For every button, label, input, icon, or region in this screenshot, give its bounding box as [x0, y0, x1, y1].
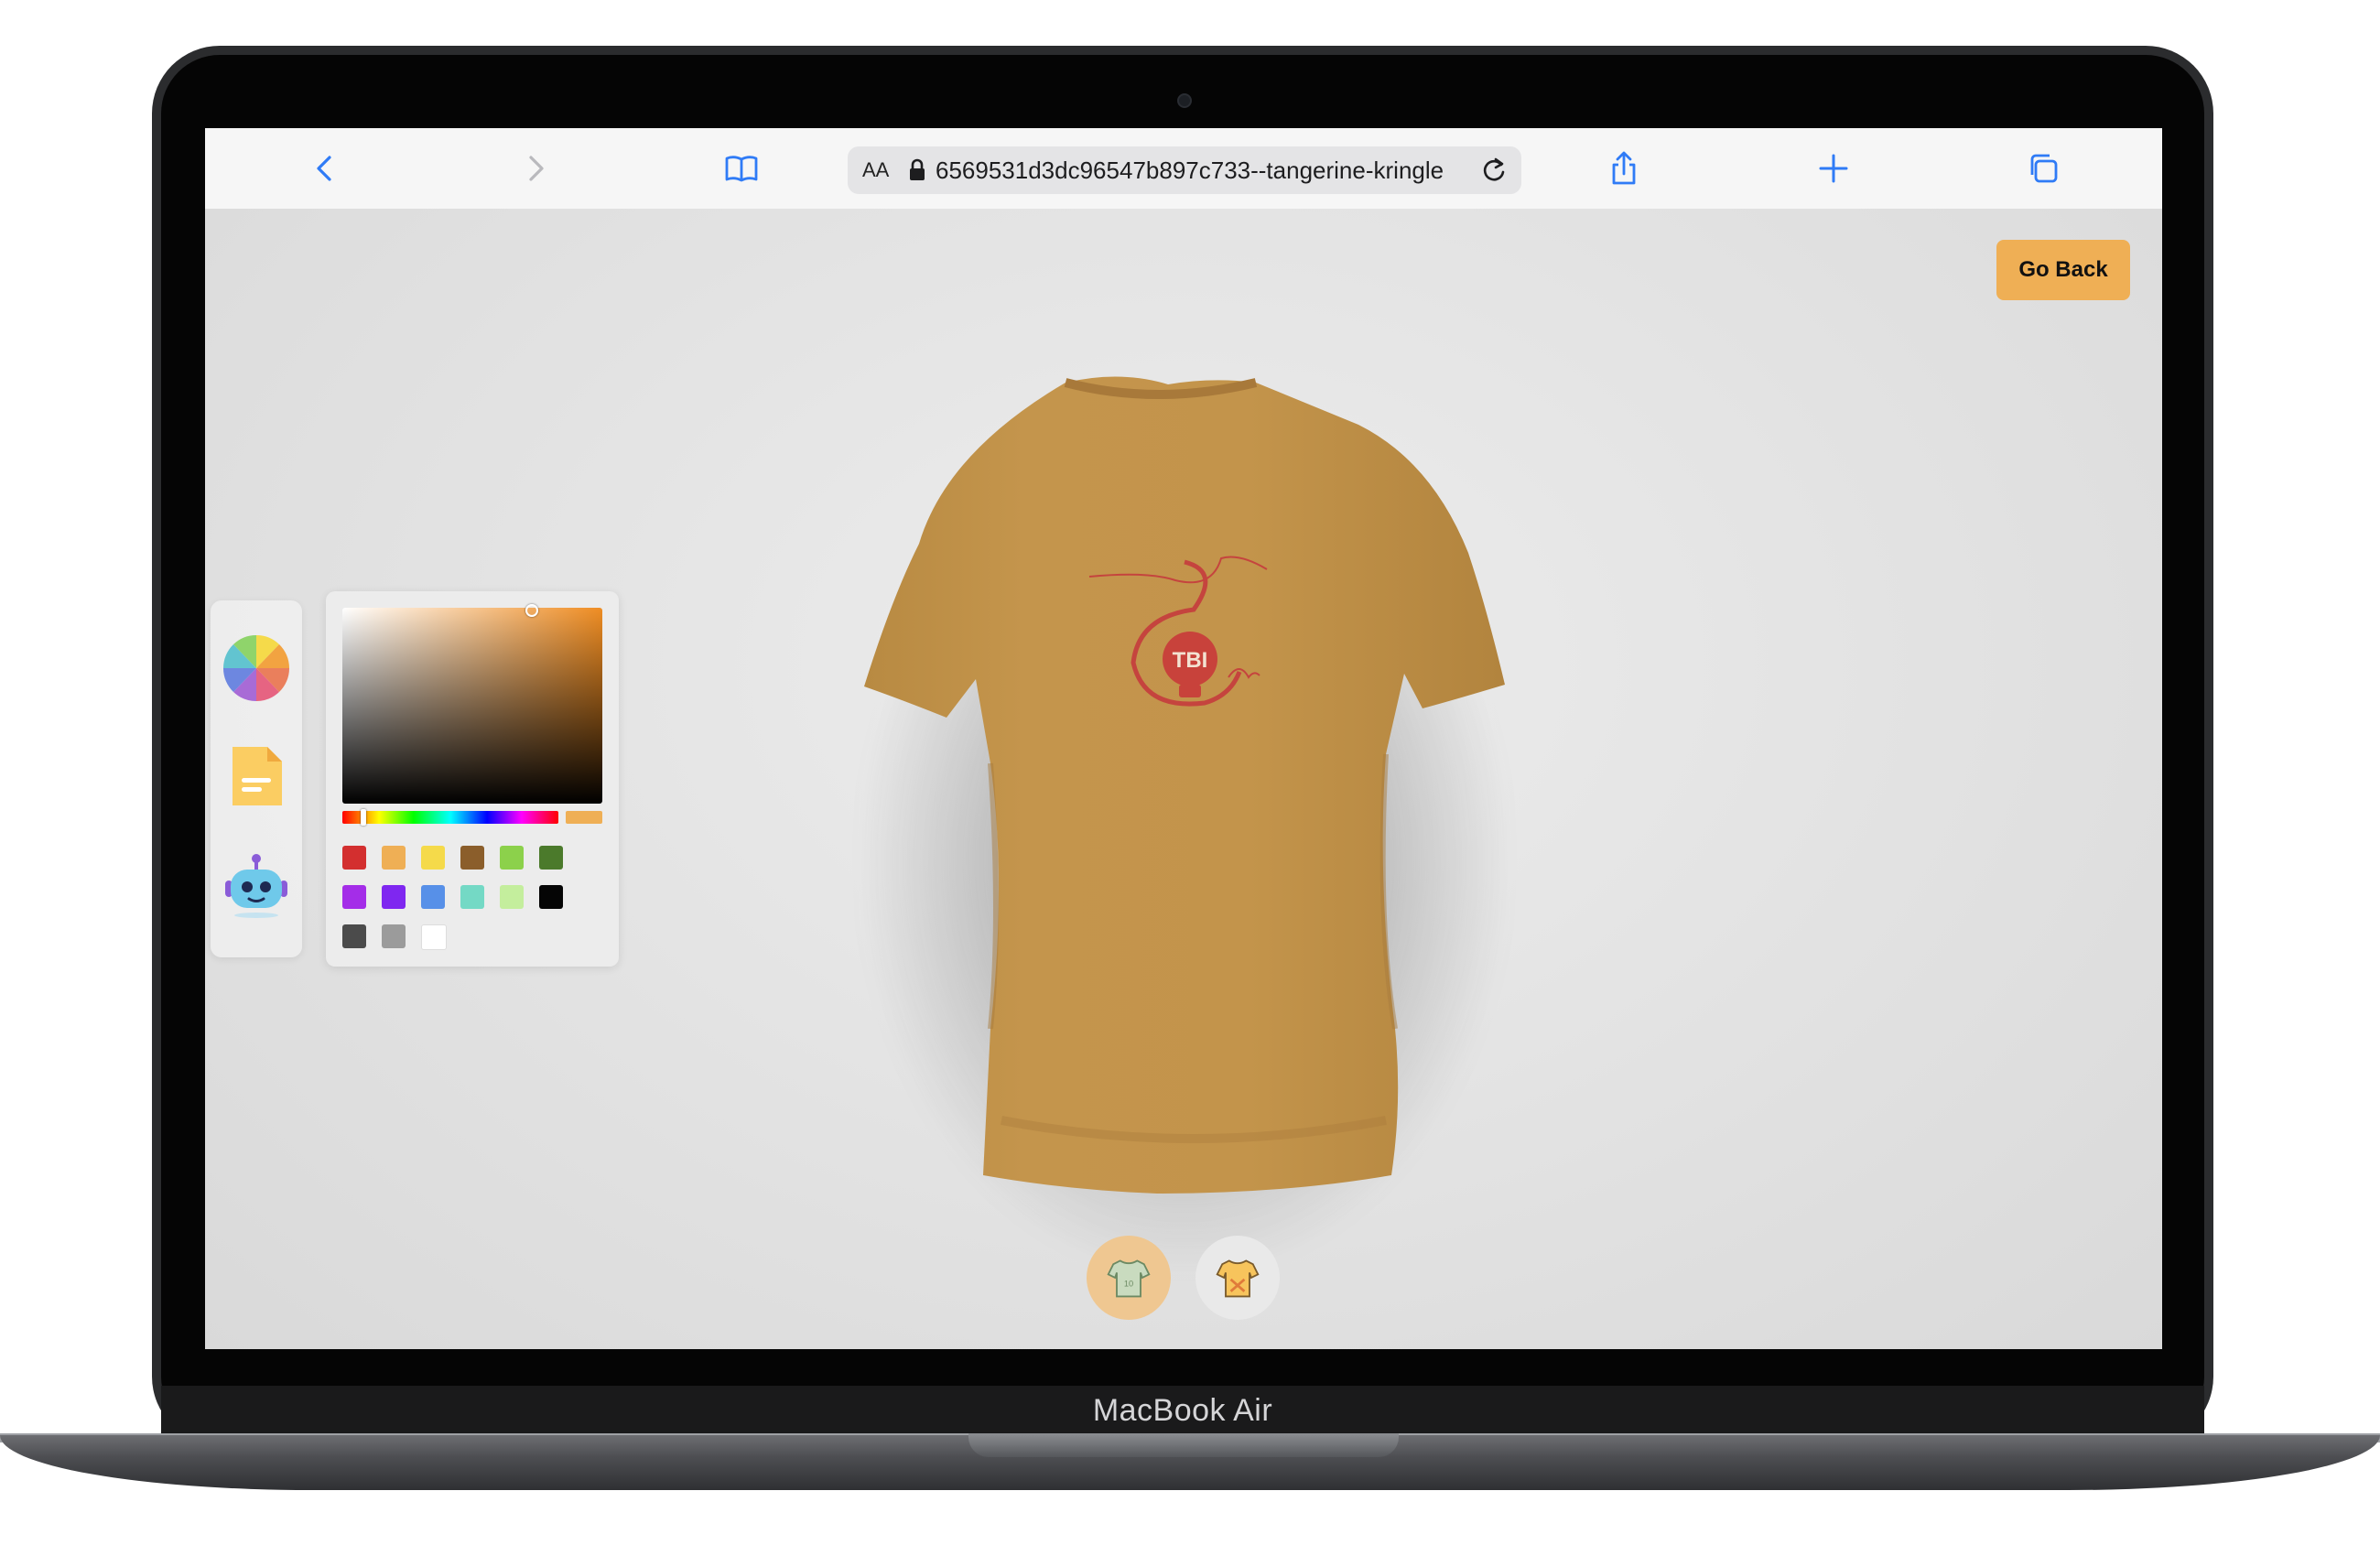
url-text: 6569531d3dc96547b897c733--tangerine-krin…	[936, 156, 1444, 184]
new-tab-icon[interactable]	[1813, 148, 1854, 189]
color-swatch[interactable]	[421, 846, 445, 870]
back-icon[interactable]	[306, 148, 346, 189]
stylish-shirt-button[interactable]	[1195, 1236, 1280, 1320]
forward-icon[interactable]	[514, 148, 555, 189]
browser-toolbar: AA 6569531d3dc96547b897c733--tangerine-k…	[205, 128, 2162, 210]
color-swatch[interactable]	[342, 885, 366, 909]
ai-picker-icon[interactable]	[223, 853, 289, 919]
address-bar[interactable]: AA 6569531d3dc96547b897c733--tangerine-k…	[848, 146, 1521, 194]
logo-shirt-icon: 10	[1107, 1259, 1151, 1298]
customizer-canvas[interactable]: TBI Go Back 10	[205, 209, 2162, 1349]
color-swatch[interactable]	[500, 885, 524, 909]
saturation-pointer[interactable]	[525, 604, 538, 617]
color-swatch[interactable]	[460, 885, 484, 909]
logo-text: TBI	[1173, 648, 1208, 673]
color-swatch[interactable]	[500, 846, 524, 870]
stylish-shirt-icon	[1216, 1259, 1260, 1298]
screen: AA 6569531d3dc96547b897c733--tangerine-k…	[205, 128, 2162, 1349]
color-swatch[interactable]	[342, 846, 366, 870]
current-color-swatch	[566, 811, 602, 824]
color-swatch[interactable]	[342, 924, 366, 948]
lock-icon	[910, 158, 925, 180]
device-model-label: MacBook Air	[1092, 1392, 1273, 1428]
color-picker-panel	[326, 591, 619, 967]
tshirt-model[interactable]: TBI	[791, 370, 1578, 1212]
colorpicker-icon[interactable]	[223, 635, 289, 701]
color-swatch[interactable]	[421, 885, 445, 909]
color-swatch[interactable]	[539, 885, 563, 909]
laptop-hinge-notch	[968, 1433, 1399, 1457]
hue-slider[interactable]	[342, 811, 558, 824]
tabs-icon[interactable]	[2023, 148, 2063, 189]
logo-shirt-button[interactable]: 10	[1087, 1236, 1171, 1320]
share-icon[interactable]	[1604, 148, 1644, 189]
editor-tabs	[211, 600, 302, 957]
laptop-chin: MacBook Air	[161, 1386, 2204, 1435]
hue-slider-handle[interactable]	[361, 809, 366, 826]
text-size-button[interactable]: AA	[862, 158, 899, 182]
color-swatch[interactable]	[382, 885, 406, 909]
saturation-area[interactable]	[342, 608, 602, 804]
file-picker-icon[interactable]	[223, 743, 289, 809]
preset-swatches	[342, 846, 608, 950]
camera-icon	[1177, 93, 1192, 108]
go-back-button[interactable]: Go Back	[1996, 240, 2130, 300]
color-swatch[interactable]	[539, 846, 563, 870]
bookmarks-icon[interactable]	[721, 148, 762, 189]
color-swatch[interactable]	[382, 846, 406, 870]
svg-text:10: 10	[1124, 1279, 1133, 1288]
color-swatch[interactable]	[382, 924, 406, 948]
color-swatch[interactable]	[460, 846, 484, 870]
color-swatch[interactable]	[421, 924, 447, 950]
reload-icon[interactable]	[1477, 154, 1510, 187]
